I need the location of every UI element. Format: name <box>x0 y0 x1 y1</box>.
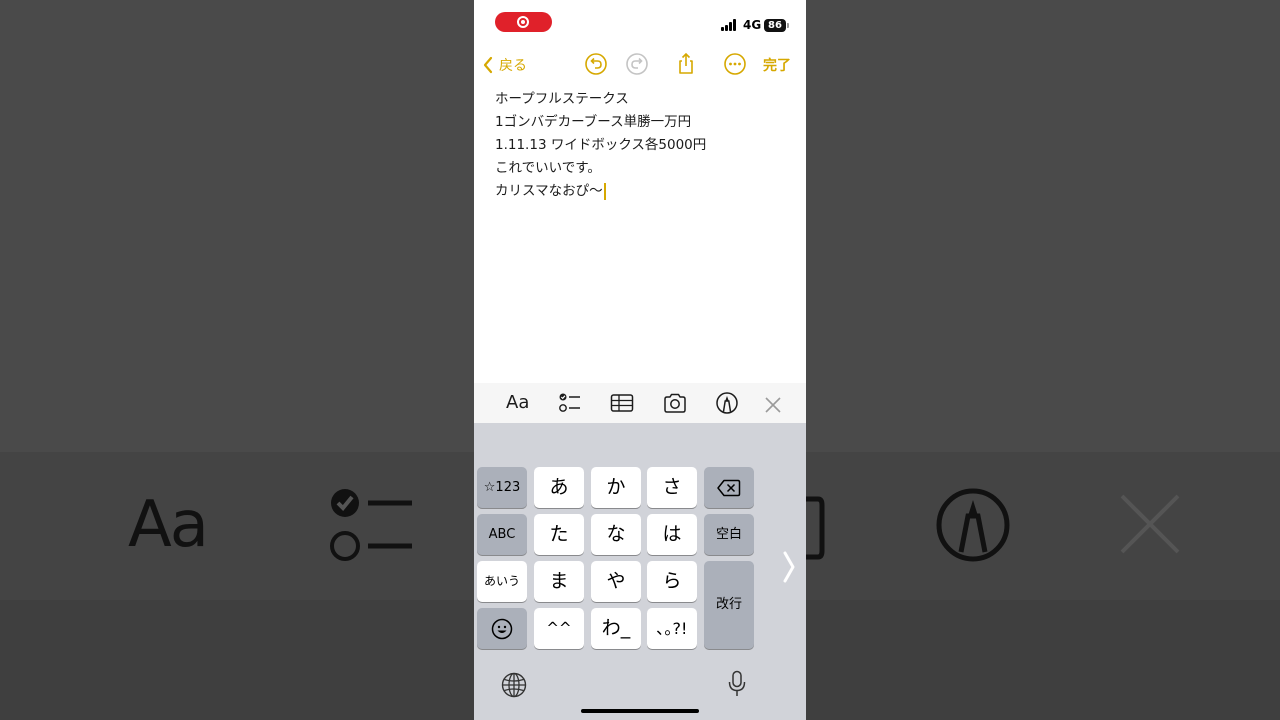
key-wa[interactable]: わ_ <box>591 608 641 649</box>
notes-nav-bar: 戻る 完了 <box>474 44 806 84</box>
key-delete[interactable] <box>704 467 754 508</box>
screen-recording-indicator[interactable] <box>495 12 552 32</box>
home-indicator <box>581 709 699 713</box>
key-ya[interactable]: や <box>591 561 641 602</box>
markup-icon[interactable] <box>715 391 739 415</box>
battery-tip <box>787 23 789 28</box>
note-line-last[interactable]: カリスマなおぴ〜 <box>495 180 795 203</box>
close-icon[interactable] <box>764 393 782 417</box>
background-checklist-icon <box>330 489 412 561</box>
done-button[interactable]: 完了 <box>763 55 791 75</box>
note-line[interactable]: ホープフルステークス <box>495 88 795 111</box>
key-ra[interactable]: ら <box>647 561 697 602</box>
key-return[interactable]: 改行 <box>704 561 754 649</box>
background-close-icon <box>1120 494 1180 554</box>
key-ta[interactable]: た <box>534 514 584 555</box>
network-type: 4G <box>743 18 762 32</box>
key-ha[interactable]: は <box>647 514 697 555</box>
globe-icon[interactable] <box>501 672 527 698</box>
key-kana-mode[interactable]: あいう <box>477 561 527 602</box>
status-bar: 4G 86 <box>474 0 806 44</box>
chevron-left-icon <box>483 56 493 74</box>
background-markup-icon <box>936 488 1010 562</box>
key-ma[interactable]: ま <box>534 561 584 602</box>
record-icon <box>517 16 529 28</box>
key-numbers-symbols[interactable]: ☆123 <box>477 467 527 508</box>
note-line[interactable]: これでいいです。 <box>495 157 795 180</box>
backspace-icon <box>717 479 741 496</box>
microphone-icon[interactable] <box>727 670 747 698</box>
back-button-label: 戻る <box>499 58 527 74</box>
key-space[interactable]: 空白 <box>704 514 754 555</box>
key-kaomoji[interactable]: ^^ <box>534 608 584 649</box>
background-aa-text: Aa <box>128 488 209 562</box>
chevron-right-icon[interactable] <box>781 549 797 585</box>
key-sa[interactable]: さ <box>647 467 697 508</box>
format-toolbar: Aa <box>474 383 806 423</box>
key-ka[interactable]: か <box>591 467 641 508</box>
undo-icon[interactable] <box>584 52 608 76</box>
text-cursor <box>603 182 606 200</box>
note-line[interactable]: 1ゴンバデカーブース単勝一万円 <box>495 111 795 134</box>
note-line-text: カリスマなおぴ〜 <box>495 183 603 199</box>
redo-icon[interactable] <box>625 52 649 76</box>
emoji-icon <box>491 618 513 639</box>
note-line[interactable]: 1.11.13 ワイドボックス各5000円 <box>495 134 795 157</box>
key-emoji[interactable] <box>477 608 527 649</box>
note-body[interactable]: ホープフルステークス 1ゴンバデカーブース単勝一万円 1.11.13 ワイドボッ… <box>495 88 795 203</box>
text-style-button[interactable]: Aa <box>506 392 529 416</box>
table-icon[interactable] <box>610 391 634 415</box>
key-abc[interactable]: ABC <box>477 514 527 555</box>
checklist-icon[interactable] <box>558 391 582 415</box>
battery-indicator: 86 <box>764 19 786 32</box>
share-icon[interactable] <box>674 52 698 76</box>
camera-icon[interactable] <box>663 391 687 415</box>
key-na[interactable]: な <box>591 514 641 555</box>
more-options-icon[interactable] <box>723 52 747 76</box>
key-punctuation[interactable]: ､｡?! <box>647 608 697 649</box>
japanese-kana-keyboard: ☆123 ABC あいう あ か さ た な は ま や ら ^^ わ_ ､｡?… <box>474 423 806 720</box>
phone-screen: 4G 86 戻る 完了 ホープフルステークス 1ゴンバデカーブース単勝一万円 1… <box>474 0 806 720</box>
cellular-signal-icon <box>721 19 739 31</box>
key-a[interactable]: あ <box>534 467 584 508</box>
